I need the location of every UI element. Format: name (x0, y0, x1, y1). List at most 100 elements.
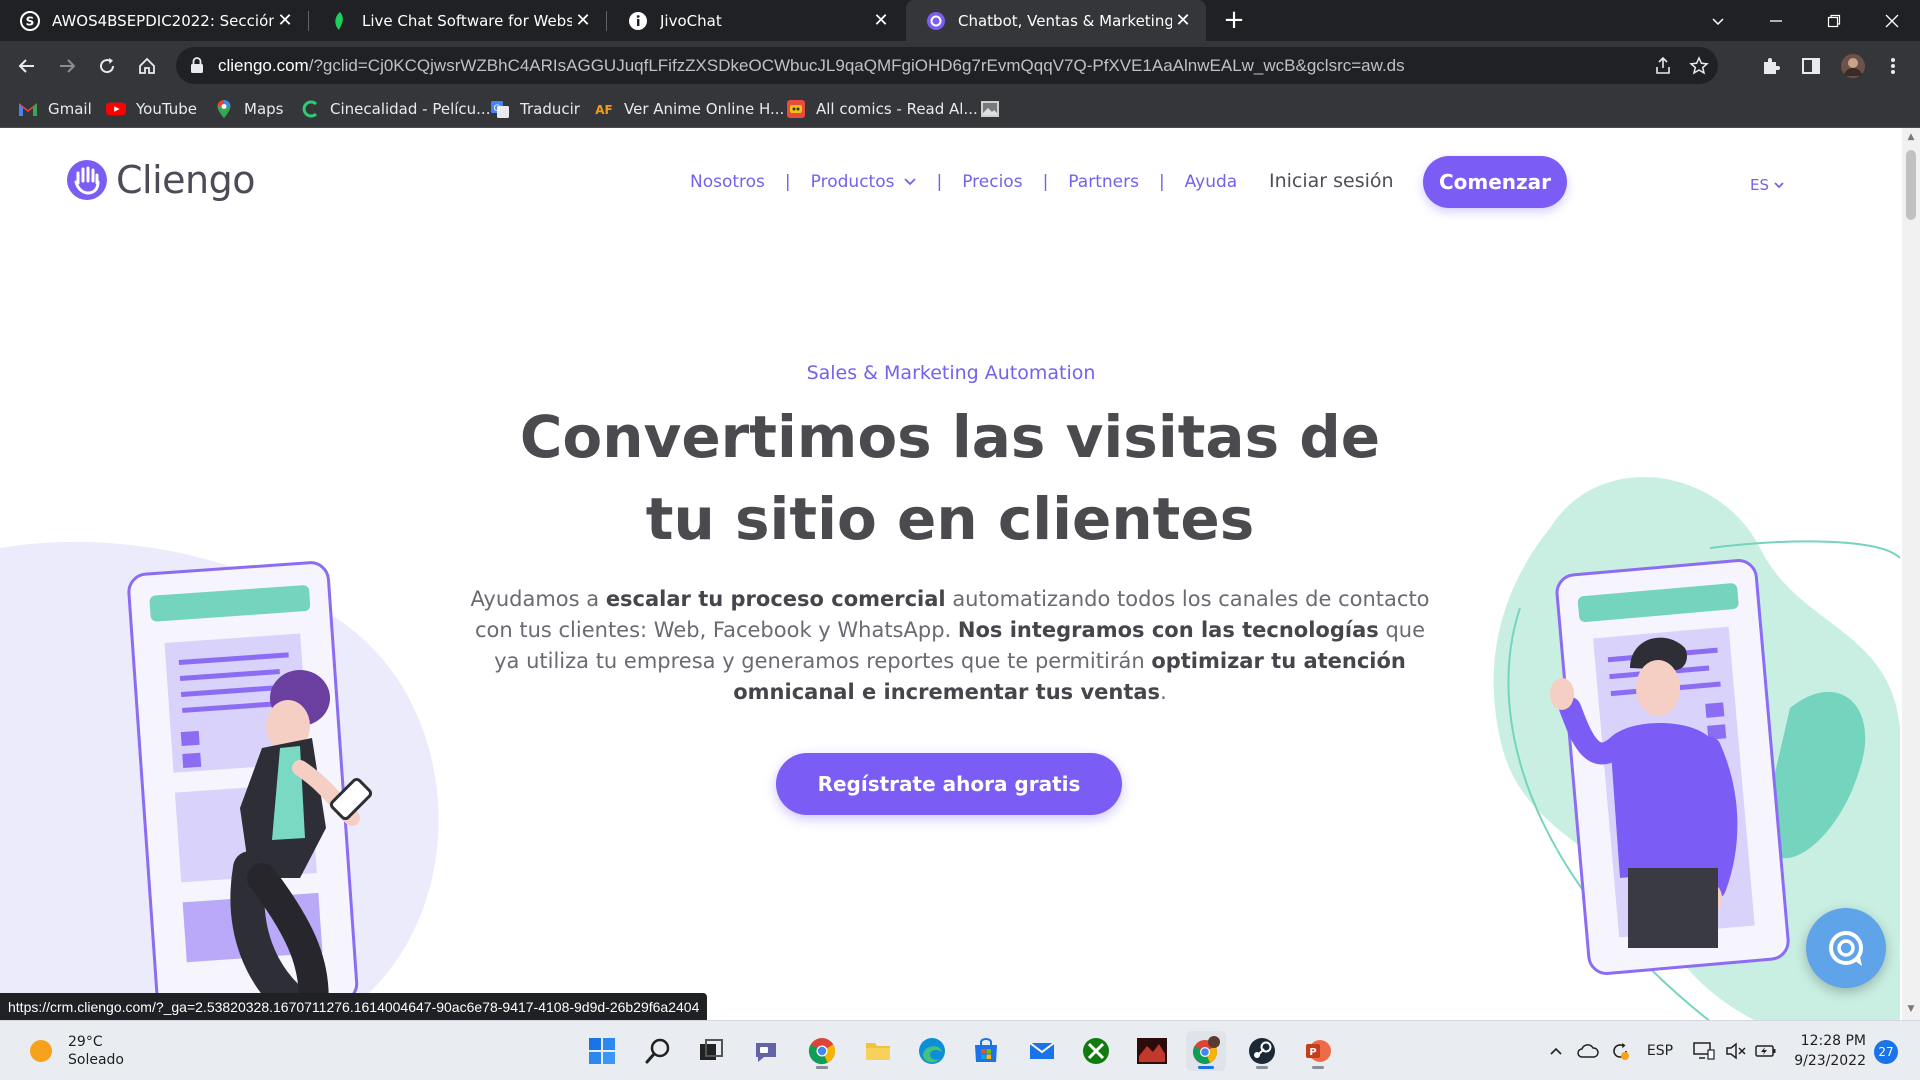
comics-icon (786, 99, 806, 119)
scroll-down-arrow-icon[interactable]: ▼ (1906, 1004, 1916, 1014)
web-page: Cliengo Nosotros | Productos | Precios |… (0, 128, 1902, 1020)
chrome-profile-icon[interactable] (1186, 1031, 1226, 1071)
bookmark-maps[interactable]: Maps (214, 90, 283, 128)
nav-separator: | (1158, 172, 1165, 192)
tab-title: AWOS4BSEPDIC2022: Sección 1 | (52, 11, 274, 30)
tray-overflow-chevron-icon[interactable] (1544, 1021, 1568, 1080)
cliengo-hand-icon (67, 160, 107, 200)
running-indicator (1198, 1066, 1214, 1069)
nav-nosotros[interactable]: Nosotros (690, 172, 765, 192)
battery-charging-icon[interactable] (1752, 1021, 1780, 1080)
new-tab-button[interactable]: + (1220, 5, 1248, 35)
close-icon[interactable]: ✕ (274, 10, 296, 32)
microsoft-store-icon[interactable] (966, 1031, 1006, 1071)
forward-arrow-icon[interactable] (52, 51, 82, 81)
nav-ayuda[interactable]: Ayuda (1185, 172, 1238, 192)
browser-tab-active[interactable]: Chatbot, Ventas & Marketing Aut ✕ (906, 0, 1206, 41)
bookmark-unnamed[interactable] (980, 90, 1010, 128)
bookmark-star-icon[interactable] (1688, 55, 1710, 77)
nav-partners[interactable]: Partners (1068, 172, 1139, 192)
home-icon[interactable] (132, 51, 162, 81)
scrollbar-thumb[interactable] (1906, 150, 1916, 220)
steam-icon[interactable] (1242, 1031, 1282, 1071)
tab-title: JivoChat (660, 11, 722, 30)
bookmark-youtube[interactable]: YouTube (106, 90, 197, 128)
browser-tab[interactable]: Live Chat Software for Websites | ✕ (310, 0, 606, 41)
share-icon[interactable] (1652, 55, 1674, 77)
notification-badge[interactable]: 27 (1874, 1040, 1898, 1064)
xbox-icon[interactable] (1076, 1031, 1116, 1071)
file-explorer-icon[interactable] (858, 1031, 898, 1071)
translate-icon: G (490, 99, 510, 119)
powerpoint-icon[interactable]: P (1298, 1031, 1338, 1071)
svg-text:G: G (494, 104, 501, 114)
jivochat-icon (628, 11, 648, 31)
bookmark-gmail[interactable]: Gmail (18, 90, 92, 128)
scroll-up-arrow-icon[interactable]: ▲ (1906, 132, 1916, 142)
nav-precios[interactable]: Precios (962, 172, 1022, 192)
animeflv-icon: AF (594, 99, 614, 119)
login-link[interactable]: Iniciar sesión (1269, 170, 1394, 192)
teams-chat-icon[interactable] (746, 1031, 786, 1071)
hero-description: Ayudamos a escalar tu proceso comercial … (470, 587, 1430, 704)
address-bar[interactable]: cliengo.com/?gclid=Cj0KCQjwsrWZBhC4ARIsA… (176, 47, 1718, 84)
bookmark-anime[interactable]: AF Ver Anime Online H... (594, 90, 784, 128)
tab-search-chevron-icon[interactable] (1690, 0, 1746, 41)
profile-avatar-icon[interactable] (1838, 51, 1868, 81)
comenzar-button[interactable]: Comenzar (1423, 156, 1567, 208)
hero-illustration-left (0, 541, 439, 1020)
system-clock[interactable]: 12:28 PM 9/23/2022 (1780, 1031, 1866, 1071)
reload-icon[interactable] (92, 51, 122, 81)
tab-separator (606, 11, 607, 31)
input-language[interactable]: ESP (1640, 1021, 1680, 1080)
svg-text:S: S (26, 14, 35, 28)
link-status-bubble: https://crm.cliengo.com/?_ga=2.53820328.… (0, 993, 708, 1020)
skype-s-icon: S (20, 10, 40, 31)
chat-target-icon (1829, 931, 1863, 966)
page-scrollbar[interactable]: ▲ ▼ (1902, 128, 1920, 1020)
mail-icon[interactable] (1022, 1031, 1062, 1071)
main-nav: Nosotros | Productos | Precios | Partner… (690, 172, 1237, 192)
maps-icon (214, 99, 234, 119)
bookmark-comics[interactable]: All comics - Read Al... (786, 90, 978, 128)
browser-tab[interactable]: S AWOS4BSEPDIC2022: Sección 1 | ✕ (0, 0, 308, 41)
youtube-icon (106, 99, 126, 119)
kebab-menu-icon[interactable] (1878, 51, 1908, 81)
search-icon[interactable] (638, 1031, 678, 1071)
lock-icon[interactable] (190, 57, 204, 77)
windows-start-icon[interactable] (582, 1031, 622, 1071)
url-text: cliengo.com/?gclid=Cj0KCQjwsrWZBhC4ARIsA… (218, 56, 1405, 75)
edge-icon[interactable] (912, 1031, 952, 1071)
browser-tab[interactable]: JivoChat ✕ (608, 0, 904, 41)
bookmark-traducir[interactable]: G Traducir (490, 90, 580, 128)
onedrive-cloud-icon[interactable] (1574, 1021, 1602, 1080)
sync-icon[interactable] (1606, 1021, 1634, 1080)
cliengo-logo[interactable]: Cliengo (66, 158, 255, 202)
language-selector[interactable]: ES (1750, 176, 1784, 194)
bookmark-cinecalidad[interactable]: Cinecalidad - Pelícu... (300, 90, 490, 128)
window-close-icon[interactable] (1864, 0, 1920, 41)
chrome-icon[interactable] (802, 1031, 842, 1071)
browser-toolbar: cliengo.com/?gclid=Cj0KCQjwsrWZBhC4ARIsA… (0, 41, 1920, 90)
chevron-down-icon (1774, 181, 1784, 188)
close-icon[interactable]: ✕ (1172, 10, 1194, 32)
extensions-puzzle-icon[interactable] (1756, 51, 1786, 81)
weather-widget[interactable]: 29°C Soleado (28, 1033, 124, 1069)
sun-icon (30, 1040, 52, 1062)
nav-separator: | (936, 172, 943, 192)
close-icon[interactable]: ✕ (572, 10, 594, 32)
side-panel-icon[interactable] (1796, 51, 1826, 81)
restore-icon[interactable] (1806, 0, 1862, 41)
volume-muted-icon[interactable] (1722, 1021, 1750, 1080)
network-display-icon[interactable] (1690, 1021, 1718, 1080)
chat-widget-button[interactable] (1806, 908, 1886, 988)
back-arrow-icon[interactable] (12, 51, 42, 81)
cliengo-icon (926, 11, 946, 31)
game-app-icon[interactable] (1132, 1031, 1172, 1071)
nav-productos[interactable]: Productos (811, 172, 917, 192)
minimize-icon[interactable] (1748, 0, 1804, 41)
chevron-down-icon (904, 178, 917, 186)
close-icon[interactable]: ✕ (870, 10, 892, 32)
register-free-button[interactable]: Regístrate ahora gratis (776, 753, 1122, 815)
task-view-icon[interactable] (692, 1031, 732, 1071)
